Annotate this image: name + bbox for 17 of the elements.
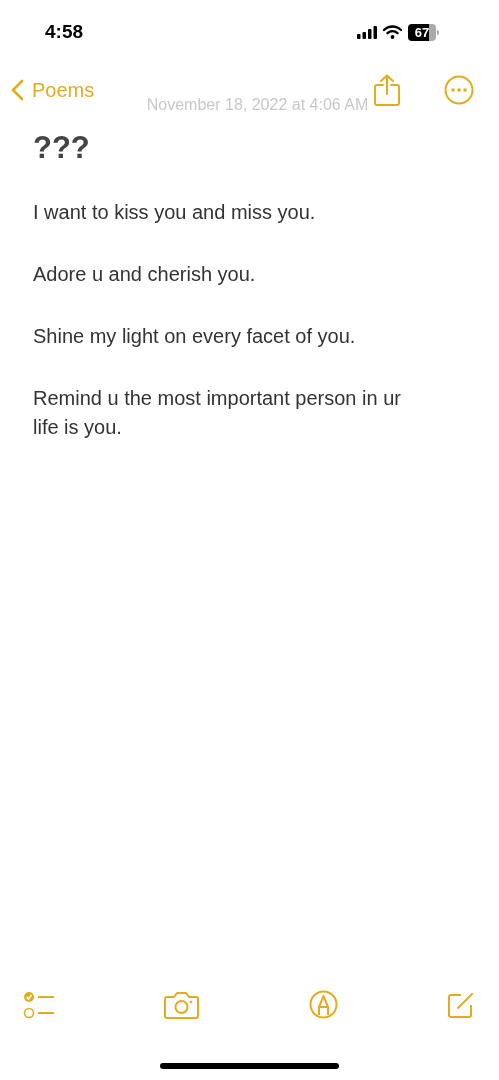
note-paragraph: I want to kiss you and miss you. [33,200,317,225]
wifi-icon [383,25,402,39]
chevron-left-icon [11,79,24,101]
battery-level: 67 [408,23,436,41]
note-paragraph: Adore u and cherish you. [33,262,257,287]
note-paragraph: Shine my light on every facet of you. [33,324,357,349]
checklist-icon[interactable] [23,990,55,1019]
markup-pen-icon[interactable] [308,990,338,1019]
signal-icon [357,25,377,39]
status-time: 4:58 [45,19,84,44]
camera-icon[interactable] [164,990,200,1019]
note-title: ??? [33,129,91,167]
back-link[interactable]: Poems [11,75,95,105]
note-paragraph: Remind u the most important person in ur life is you. [33,386,402,440]
more-icon[interactable] [444,75,474,105]
share-icon[interactable] [374,74,400,106]
compose-icon[interactable] [447,990,475,1019]
